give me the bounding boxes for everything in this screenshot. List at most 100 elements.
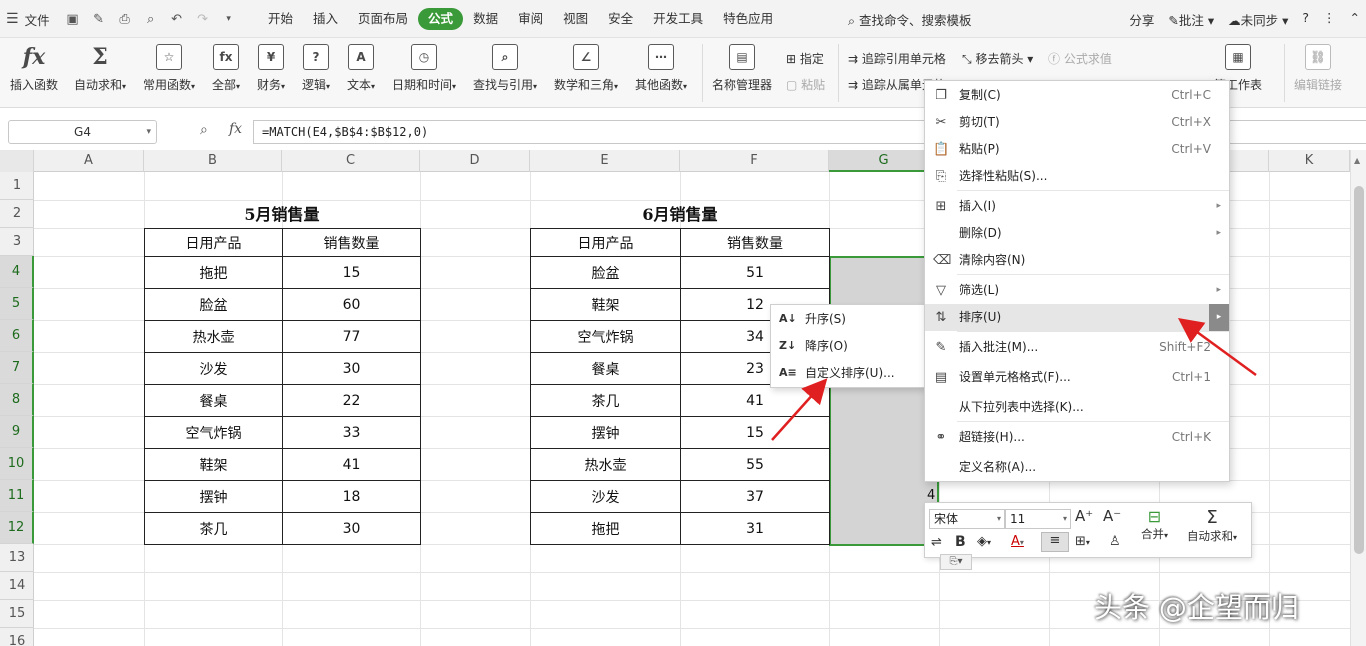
cell-product[interactable]: 鞋架: [530, 288, 681, 321]
row-header[interactable]: 1: [0, 172, 34, 200]
font-name-select[interactable]: 宋体 ▾: [929, 509, 1005, 529]
tab-data[interactable]: 数据: [463, 8, 508, 30]
paste-names-button[interactable]: ▢ 粘贴: [786, 76, 825, 93]
row-header[interactable]: 11: [0, 480, 34, 512]
cell-quantity[interactable]: 15: [282, 256, 421, 289]
print-icon[interactable]: ⎙: [114, 9, 136, 29]
hamburger-menu-icon[interactable]: ☰: [6, 11, 19, 27]
tab-features[interactable]: 特色应用: [713, 8, 783, 30]
cell-quantity[interactable]: 41: [282, 448, 421, 481]
paste-options-icon[interactable]: ⎘▾: [940, 554, 972, 570]
context-menu-item[interactable]: 从下拉列表中选择(K)...: [925, 394, 1229, 421]
lookup-button[interactable]: ⌕ 查找与引用▾: [473, 44, 537, 93]
edit-links-button[interactable]: ⛓ 编辑链接: [1294, 44, 1342, 93]
context-menu-item[interactable]: ⚭ 超链接(H)... Ctrl+K: [925, 424, 1229, 451]
header-quantity[interactable]: 销售数量: [680, 228, 830, 257]
row-header[interactable]: 3: [0, 228, 34, 256]
column-header[interactable]: F: [680, 150, 829, 172]
cell-product[interactable]: 沙发: [530, 480, 681, 513]
context-menu-item[interactable]: ❐ 复制(C) Ctrl+C: [925, 82, 1229, 109]
scroll-up-icon[interactable]: ▲: [1354, 156, 1360, 165]
header-product[interactable]: 日用产品: [530, 228, 681, 257]
format-painter-icon[interactable]: ♙: [1109, 534, 1121, 549]
name-manager-button[interactable]: ▤ 名称管理器: [712, 44, 772, 93]
cell-quantity[interactable]: 18: [282, 480, 421, 513]
tab-view[interactable]: 视图: [553, 8, 598, 30]
row-header[interactable]: 9: [0, 416, 34, 448]
other-functions-button[interactable]: ⋯ 其他函数▾: [635, 44, 687, 93]
row-header[interactable]: 8: [0, 384, 34, 416]
row-header[interactable]: 14: [0, 572, 34, 600]
cell-quantity[interactable]: 31: [680, 512, 830, 545]
all-functions-button[interactable]: fx 全部▾: [212, 44, 240, 93]
customize-dropdown-icon[interactable]: ▾: [218, 9, 240, 29]
cell-product[interactable]: 空气炸锅: [144, 416, 283, 449]
logic-button[interactable]: ? 逻辑▾: [302, 44, 330, 93]
tab-formulas[interactable]: 公式: [418, 8, 464, 30]
name-box[interactable]: G4 ▾: [8, 120, 157, 144]
row-header[interactable]: 7: [0, 352, 34, 384]
selected-range-g4-g12[interactable]: [829, 256, 939, 546]
collapse-ribbon-icon[interactable]: ⌃: [1350, 10, 1360, 29]
wrap-icon[interactable]: ⇌: [931, 535, 942, 550]
context-menu-item[interactable]: ✎ 插入批注(M)... Shift+F2: [925, 334, 1229, 361]
cell-product[interactable]: 鞋架: [144, 448, 283, 481]
redo-icon[interactable]: ↷: [192, 9, 214, 29]
sort-submenu-item[interactable]: Z↓ 降序(O): [771, 333, 924, 360]
align-center-icon[interactable]: ≡: [1041, 532, 1069, 552]
cell-quantity[interactable]: 37: [680, 480, 830, 513]
context-menu-item[interactable]: 删除(D) ▸: [925, 220, 1229, 247]
tab-insert[interactable]: 插入: [303, 8, 348, 30]
cell-product[interactable]: 拖把: [144, 256, 283, 289]
print-preview-icon[interactable]: ⌕: [140, 9, 162, 29]
tab-page-layout[interactable]: 页面布局: [348, 8, 418, 30]
cell-product[interactable]: 热水壶: [144, 320, 283, 353]
command-search[interactable]: ⌕ 查找命令、搜索模板: [848, 10, 972, 29]
help-button[interactable]: ?: [1302, 10, 1309, 29]
sync-button[interactable]: ☁未同步 ▾: [1228, 10, 1288, 29]
select-all-corner[interactable]: [0, 150, 34, 172]
cell-quantity[interactable]: 15: [680, 416, 830, 449]
row-header[interactable]: 15: [0, 600, 34, 628]
context-menu-item[interactable]: ▽ 筛选(L) ▸: [925, 277, 1229, 304]
autosum-button[interactable]: Σ 自动求和▾: [74, 44, 126, 93]
tab-start[interactable]: 开始: [258, 8, 303, 30]
bold-icon[interactable]: B: [955, 534, 966, 550]
cell-quantity[interactable]: 33: [282, 416, 421, 449]
tab-review[interactable]: 审阅: [508, 8, 553, 30]
fx-icon[interactable]: fx: [229, 121, 242, 137]
cell-product[interactable]: 摆钟: [144, 480, 283, 513]
tab-developer[interactable]: 开发工具: [643, 8, 713, 30]
context-menu-item[interactable]: ⊞ 插入(I) ▸: [925, 193, 1229, 220]
row-header[interactable]: 6: [0, 320, 34, 352]
context-menu-item[interactable]: 📋 粘贴(P) Ctrl+V: [925, 136, 1229, 163]
cell-product[interactable]: 茶几: [530, 384, 681, 417]
eval-formula-button[interactable]: ⓕ 公式求值: [1048, 50, 1112, 67]
cell-quantity[interactable]: 22: [282, 384, 421, 417]
share-button[interactable]: 分享: [1129, 10, 1154, 29]
cell-quantity[interactable]: 60: [282, 288, 421, 321]
header-quantity[interactable]: 销售数量: [282, 228, 421, 257]
font-size-select[interactable]: 11 ▾: [1005, 509, 1071, 529]
cell-quantity[interactable]: 30: [282, 512, 421, 545]
row-header[interactable]: 2: [0, 200, 34, 228]
column-header[interactable]: D: [420, 150, 530, 172]
context-menu-item[interactable]: ▤ 设置单元格格式(F)... Ctrl+1: [925, 364, 1229, 391]
cell-quantity[interactable]: 41: [680, 384, 830, 417]
define-button[interactable]: ⊞ 指定: [786, 50, 824, 67]
vertical-scrollbar[interactable]: ▲: [1350, 150, 1366, 646]
cell-product[interactable]: 餐桌: [144, 384, 283, 417]
column-header[interactable]: B: [144, 150, 282, 172]
remove-arrows-button[interactable]: ⤡ 移去箭头 ▾: [962, 50, 1033, 67]
cell-quantity[interactable]: 55: [680, 448, 830, 481]
cell-product[interactable]: 脸盆: [144, 288, 283, 321]
borders-icon[interactable]: ⊞▾: [1075, 534, 1090, 549]
row-header[interactable]: 4: [0, 256, 34, 288]
sort-submenu-item[interactable]: A↓ 升序(S): [771, 306, 924, 333]
tab-security[interactable]: 安全: [598, 8, 643, 30]
mini-autosum-button[interactable]: Σ 自动求和▾: [1187, 507, 1237, 544]
cell-product[interactable]: 沙发: [144, 352, 283, 385]
datetime-button[interactable]: ◷ 日期和时间▾: [392, 44, 456, 93]
cell-quantity[interactable]: 51: [680, 256, 830, 289]
column-header[interactable]: E: [530, 150, 680, 172]
